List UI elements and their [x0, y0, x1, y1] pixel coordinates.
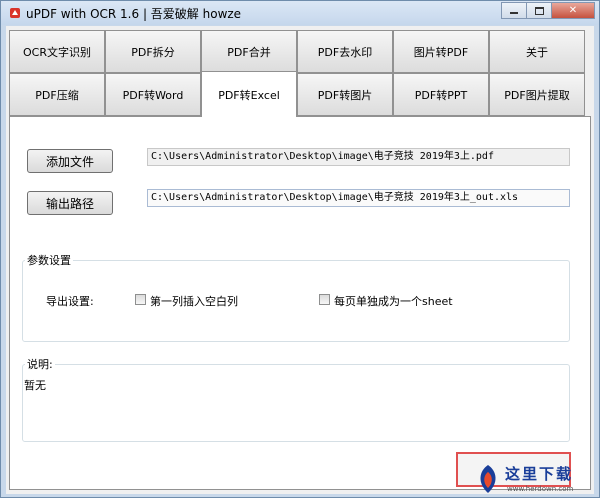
window-controls: ✕	[501, 2, 595, 19]
client-area: OCR文字识别 PDF拆分 PDF合并 PDF去水印 图片转PDF 关于 PDF…	[6, 26, 594, 494]
button-label: 输出路径	[45, 196, 94, 211]
tab-image-to-pdf[interactable]: 图片转PDF	[393, 30, 489, 73]
tab-label: PDF转Excel	[218, 88, 280, 102]
notes-groupbox	[22, 364, 570, 442]
tab-pdf-remove-watermark[interactable]: PDF去水印	[297, 30, 393, 73]
sheet-per-page-checkbox[interactable]	[319, 294, 330, 305]
tab-pdf-merge[interactable]: PDF合并	[201, 30, 297, 73]
minimize-button[interactable]	[501, 2, 527, 19]
tab-ocr[interactable]: OCR文字识别	[9, 30, 105, 73]
tab-label: 关于	[526, 45, 548, 59]
tab-label: PDF转PPT	[414, 88, 468, 102]
tab-label: PDF去水印	[317, 45, 373, 59]
sheet-per-page-label[interactable]: 每页单独成为一个sheet	[334, 293, 453, 309]
notes-text: 暂无	[24, 379, 46, 392]
window-title: uPDF with OCR 1.6 | 吾爱破解 howze	[26, 7, 242, 21]
tab-pdf-compress[interactable]: PDF压缩	[9, 73, 105, 116]
watermark-logo-icon	[480, 465, 496, 493]
notes-legend: 说明:	[25, 356, 55, 372]
params-legend: 参数设置	[25, 252, 73, 268]
insert-blank-column-label[interactable]: 第一列插入空白列	[150, 293, 238, 309]
maximize-button[interactable]	[526, 2, 552, 19]
maximize-icon	[534, 6, 544, 15]
tab-pdf-to-image[interactable]: PDF转图片	[297, 73, 393, 116]
title-bar[interactable]: uPDF with OCR 1.6 | 吾爱破解 howze ✕	[1, 1, 599, 25]
add-file-button[interactable]: 添加文件	[27, 149, 113, 173]
insert-blank-column-checkbox[interactable]	[135, 294, 146, 305]
close-icon: ✕	[568, 5, 578, 16]
tab-label: PDF拆分	[131, 45, 175, 59]
tab-label: PDF图片提取	[504, 88, 570, 102]
output-path-button[interactable]: 输出路径	[27, 191, 113, 215]
tab-about[interactable]: 关于	[489, 30, 585, 73]
tab-pdf-split[interactable]: PDF拆分	[105, 30, 201, 73]
tab-label: OCR文字识别	[23, 45, 91, 59]
tab-pdf-to-excel[interactable]: PDF转Excel	[201, 71, 297, 117]
tab-label: PDF转Word	[122, 88, 184, 102]
minimize-icon	[510, 12, 518, 14]
export-settings-label: 导出设置:	[46, 295, 94, 308]
tab-pdf-image-extract[interactable]: PDF图片提取	[489, 73, 585, 116]
watermark-url: www.herdown.com	[507, 485, 574, 493]
tab-label: PDF压缩	[35, 88, 79, 102]
tab-panel-pdf-to-excel: 添加文件 C:\Users\Administrator\Desktop\imag…	[9, 116, 591, 490]
app-window: uPDF with OCR 1.6 | 吾爱破解 howze ✕ OCR文字识别…	[0, 0, 600, 498]
app-icon	[10, 8, 20, 18]
button-label: 添加文件	[45, 154, 94, 169]
tab-pdf-to-ppt[interactable]: PDF转PPT	[393, 73, 489, 116]
close-button[interactable]: ✕	[551, 2, 595, 19]
params-groupbox	[22, 260, 570, 342]
output-file-path[interactable]: C:\Users\Administrator\Desktop\image\电子竞…	[147, 189, 570, 207]
tab-pdf-to-word[interactable]: PDF转Word	[105, 73, 201, 116]
tab-label: 图片转PDF	[413, 45, 469, 59]
watermark-text: 这里下载	[505, 465, 574, 483]
tab-label: PDF合并	[227, 45, 271, 59]
input-file-path[interactable]: C:\Users\Administrator\Desktop\image\电子竞…	[147, 148, 570, 166]
site-watermark: 这里下载 www.herdown.com	[471, 461, 599, 497]
tab-label: PDF转图片	[317, 88, 373, 102]
